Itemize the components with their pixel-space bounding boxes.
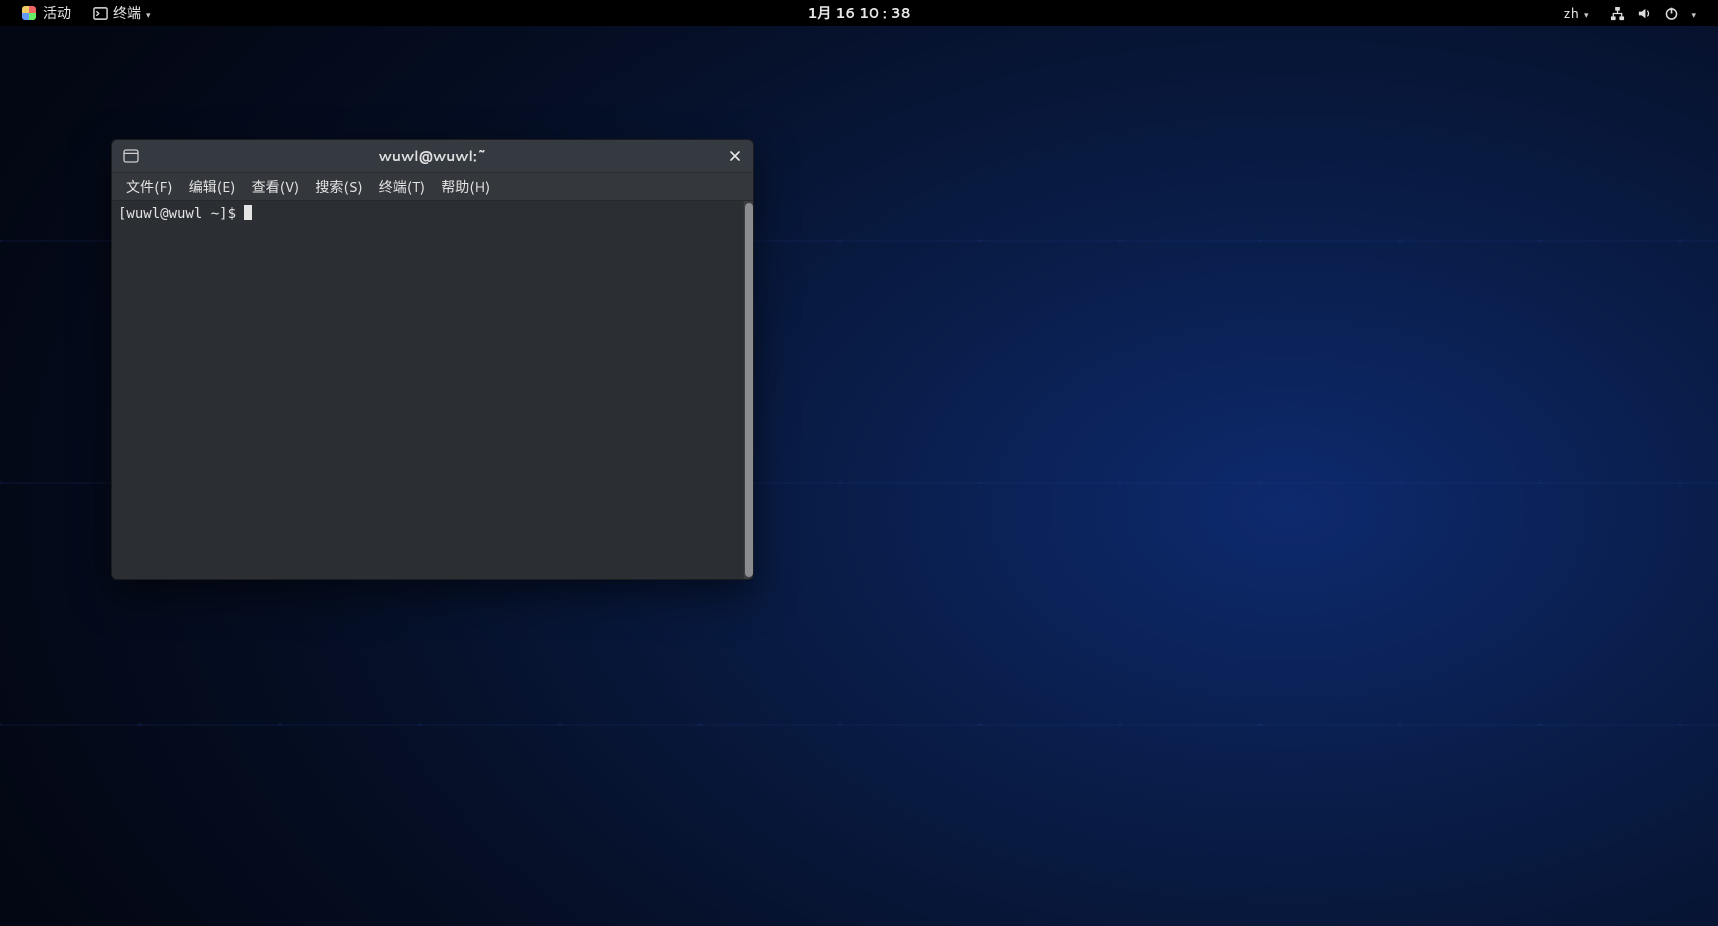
activities-label: 活动 xyxy=(43,3,71,23)
terminal-body[interactable]: [wuwl@wuwl ~]$ xyxy=(112,201,753,579)
clock-button[interactable]: 1月 16 10 : 38 xyxy=(801,0,916,26)
window-titlebar[interactable]: wuwl@wuwl:~ xyxy=(112,140,753,173)
app-menu-label: 终端 xyxy=(113,3,141,23)
close-button[interactable] xyxy=(723,144,747,168)
input-method-button[interactable]: zh ▾ xyxy=(1557,0,1594,26)
power-icon xyxy=(1664,6,1679,21)
menu-edit[interactable]: 编辑(E) xyxy=(181,173,244,201)
network-wired-icon xyxy=(1610,6,1625,21)
terminal-prompt: [wuwl@wuwl ~]$ xyxy=(118,206,244,222)
chevron-down-icon: ▾ xyxy=(146,8,151,21)
volume-icon xyxy=(1637,6,1652,21)
system-status-area[interactable]: ▾ xyxy=(1604,0,1702,26)
terminal-cursor xyxy=(244,205,252,220)
window-menubar: 文件(F) 编辑(E) 查看(V) 搜索(S) 终端(T) 帮助(H) xyxy=(112,173,753,201)
menu-help[interactable]: 帮助(H) xyxy=(433,173,498,201)
clock-label: 1月 16 10 : 38 xyxy=(807,3,910,23)
input-method-label: zh xyxy=(1563,3,1579,23)
close-icon xyxy=(729,150,741,162)
distro-logo-icon xyxy=(22,6,36,20)
app-menu-button[interactable]: 终端 ▾ xyxy=(87,0,157,26)
chevron-down-icon: ▾ xyxy=(1691,8,1696,21)
gnome-top-bar: 活动 终端 ▾ 1月 16 10 : 38 zh ▾ xyxy=(0,0,1718,26)
new-tab-icon[interactable] xyxy=(122,147,140,165)
scrollbar-thumb[interactable] xyxy=(745,203,753,577)
activities-button[interactable]: 活动 xyxy=(16,0,77,26)
menu-search[interactable]: 搜索(S) xyxy=(307,173,370,201)
terminal-scrollbar[interactable] xyxy=(743,201,753,579)
menu-file[interactable]: 文件(F) xyxy=(118,173,181,201)
terminal-window: wuwl@wuwl:~ 文件(F) 编辑(E) 查看(V) 搜索(S) 终端(T… xyxy=(111,139,754,580)
menu-terminal[interactable]: 终端(T) xyxy=(371,173,433,201)
chevron-down-icon: ▾ xyxy=(1584,8,1589,21)
terminal-text-area[interactable]: [wuwl@wuwl ~]$ xyxy=(112,201,743,579)
menu-view[interactable]: 查看(V) xyxy=(244,173,308,201)
terminal-app-icon xyxy=(93,6,108,21)
window-title: wuwl@wuwl:~ xyxy=(379,146,487,166)
